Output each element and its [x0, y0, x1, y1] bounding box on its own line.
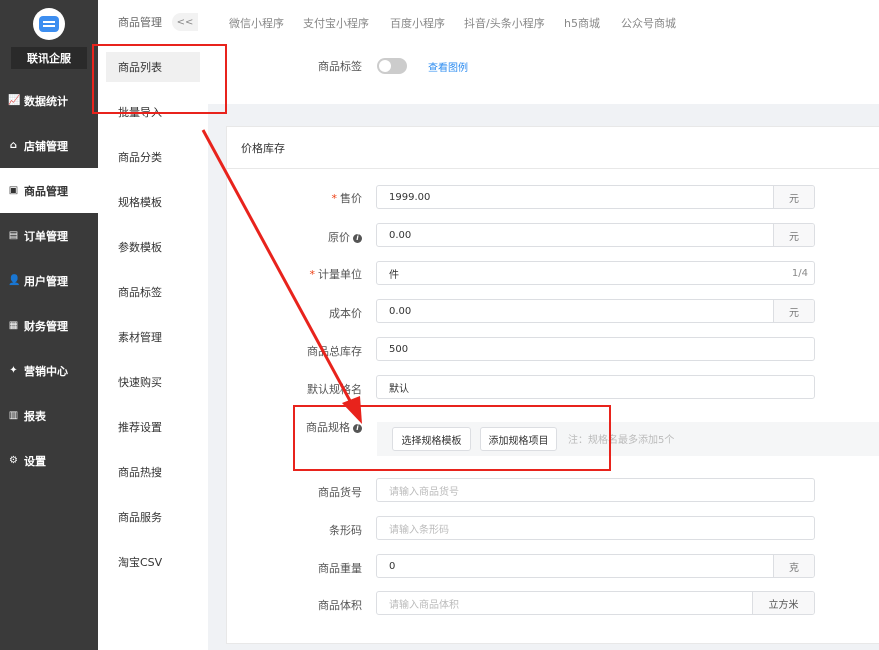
price-input[interactable]: 1999.00 元 [376, 185, 815, 209]
weight-input[interactable]: 0克 [376, 554, 815, 578]
logo-area: 联讯企服 [0, 0, 98, 78]
stock-value: 500 [389, 343, 409, 355]
tab-official-account[interactable]: 公众号商城 [621, 15, 676, 31]
sku-label: 商品货号 [318, 486, 362, 499]
stock-input[interactable]: 500 [376, 337, 815, 361]
nav-item-7[interactable]: ▥ 报表 [0, 393, 98, 438]
nav-item-8[interactable]: ⚙ 设置 [0, 438, 98, 483]
unit-input[interactable]: 件 1/4 [376, 261, 815, 285]
weight-value: 0 [389, 560, 396, 572]
unit-label-text: 计量单位 [318, 268, 362, 281]
submenu-item-5[interactable]: 商品标签 [106, 277, 200, 307]
settings-icon: ⚙ [9, 455, 18, 466]
cost-label: 成本价 [329, 307, 362, 320]
price-value: 1999.00 [389, 191, 431, 203]
weight-label: 商品重量 [318, 562, 362, 575]
required-mark: * [309, 268, 316, 281]
report-icon: ▥ [8, 410, 19, 421]
nav-item-3[interactable]: ▤ 订单管理 [0, 213, 98, 258]
collapse-button[interactable]: << [172, 13, 198, 31]
chart-icon: 📈 [8, 95, 21, 106]
original-price-unit: 元 [773, 224, 814, 246]
user-icon: 👤 [8, 275, 21, 286]
price-label: * 售价 [202, 190, 363, 206]
tab-wechat[interactable]: 微信小程序 [229, 15, 284, 31]
original-price-input[interactable]: 0.00 元 [376, 223, 815, 247]
submenu-title: 商品管理 [118, 16, 162, 29]
original-price-label: 原价 i [202, 229, 362, 245]
product-icon: ▣ [8, 185, 19, 196]
tab-douyin[interactable]: 抖音/头条小程序 [464, 15, 545, 31]
highlight-box-product-list [92, 44, 227, 114]
stock-label: 商品总库存 [307, 345, 362, 358]
nav-item-label: 数据统计 [24, 94, 68, 108]
volume-label: 商品体积 [318, 599, 362, 612]
info-icon[interactable]: i [353, 233, 362, 243]
marketing-icon: ✦ [9, 365, 18, 376]
highlight-box-product-spec [293, 405, 611, 471]
nav-item-6[interactable]: ✦ 营销中心 [0, 348, 98, 393]
nav-item-5[interactable]: ▦ 财务管理 [0, 303, 98, 348]
price-label-text: 售价 [340, 192, 362, 205]
submenu-item-7[interactable]: 快速购买 [106, 367, 200, 397]
nav-item-label: 商品管理 [24, 184, 68, 198]
original-price-label-text: 原价 [328, 231, 350, 244]
nav-item-0[interactable]: 📈 数据统计 [0, 78, 98, 123]
unit-char-count: 1/4 [791, 267, 808, 279]
weight-unit: 克 [773, 555, 814, 577]
brand-name: 联讯企服 [11, 47, 87, 69]
sku-placeholder: 请输入商品货号 [389, 486, 459, 498]
nav-item-label: 店铺管理 [24, 139, 68, 153]
barcode-input[interactable]: 请输入条形码 [376, 516, 815, 540]
nav-item-label: 报表 [24, 409, 46, 423]
brand-logo[interactable] [33, 8, 65, 40]
sku-input[interactable]: 请输入商品货号 [376, 478, 815, 502]
volume-unit: 立方米 [752, 592, 814, 614]
submenu-item-3[interactable]: 规格模板 [106, 187, 200, 217]
platform-tabs: 微信小程序 支付宝小程序 百度小程序 抖音/头条小程序 h5商城 公众号商城 [208, 0, 879, 44]
required-mark: * [331, 192, 338, 205]
logo-icon [39, 16, 59, 32]
submenu-item-9[interactable]: 商品热搜 [106, 457, 200, 487]
shop-icon: ⌂ [9, 140, 18, 151]
spec-name-value: 默认 [389, 383, 409, 395]
nav-item-2[interactable]: ▣ 商品管理 [0, 168, 98, 213]
cost-unit: 元 [773, 300, 814, 322]
barcode-placeholder: 请输入条形码 [389, 524, 449, 536]
submenu-item-4[interactable]: 参数模板 [106, 232, 200, 262]
spec-name-label: 默认规格名 [307, 383, 362, 396]
nav-item-label: 设置 [24, 454, 46, 468]
barcode-label: 条形码 [329, 524, 362, 537]
order-icon: ▤ [8, 230, 19, 241]
spec-name-input[interactable]: 默认 [376, 375, 815, 399]
tag-toggle[interactable] [377, 58, 407, 74]
nav-item-label: 营销中心 [24, 364, 68, 378]
nav-item-label: 用户管理 [24, 274, 68, 288]
cost-input[interactable]: 0.00 元 [376, 299, 815, 323]
nav-item-1[interactable]: ⌂ 店铺管理 [0, 123, 98, 168]
nav-item-label: 财务管理 [24, 319, 68, 333]
submenu-item-2[interactable]: 商品分类 [106, 142, 200, 172]
view-example-link[interactable]: 查看图例 [428, 59, 468, 74]
original-price-value: 0.00 [389, 229, 412, 241]
unit-label: * 计量单位 [202, 266, 363, 282]
tab-alipay[interactable]: 支付宝小程序 [303, 15, 369, 31]
volume-input[interactable]: 请输入商品体积 立方米 [376, 591, 815, 615]
tab-h5[interactable]: h5商城 [564, 15, 600, 31]
submenu-item-10[interactable]: 商品服务 [106, 502, 200, 532]
section-title: 价格库存 [227, 127, 879, 169]
nav-item-4[interactable]: 👤 用户管理 [0, 258, 98, 303]
finance-icon: ▦ [8, 320, 19, 331]
submenu-item-11[interactable]: 淘宝CSV [106, 547, 200, 577]
submenu-item-8[interactable]: 推荐设置 [106, 412, 200, 442]
tag-card [208, 44, 879, 104]
unit-value: 件 [389, 269, 399, 281]
main-sidebar: 联讯企服 📈 数据统计 ⌂ 店铺管理 ▣ 商品管理 ▤ 订单管理 👤 用户管理 ▦ 财务管理 ✦ 营销中心… [0, 0, 98, 650]
submenu-item-6[interactable]: 素材管理 [106, 322, 200, 352]
tab-baidu[interactable]: 百度小程序 [390, 15, 445, 31]
nav-item-label: 订单管理 [24, 229, 68, 243]
price-unit: 元 [773, 186, 814, 208]
volume-placeholder: 请输入商品体积 [389, 599, 459, 611]
cost-value: 0.00 [389, 305, 412, 317]
